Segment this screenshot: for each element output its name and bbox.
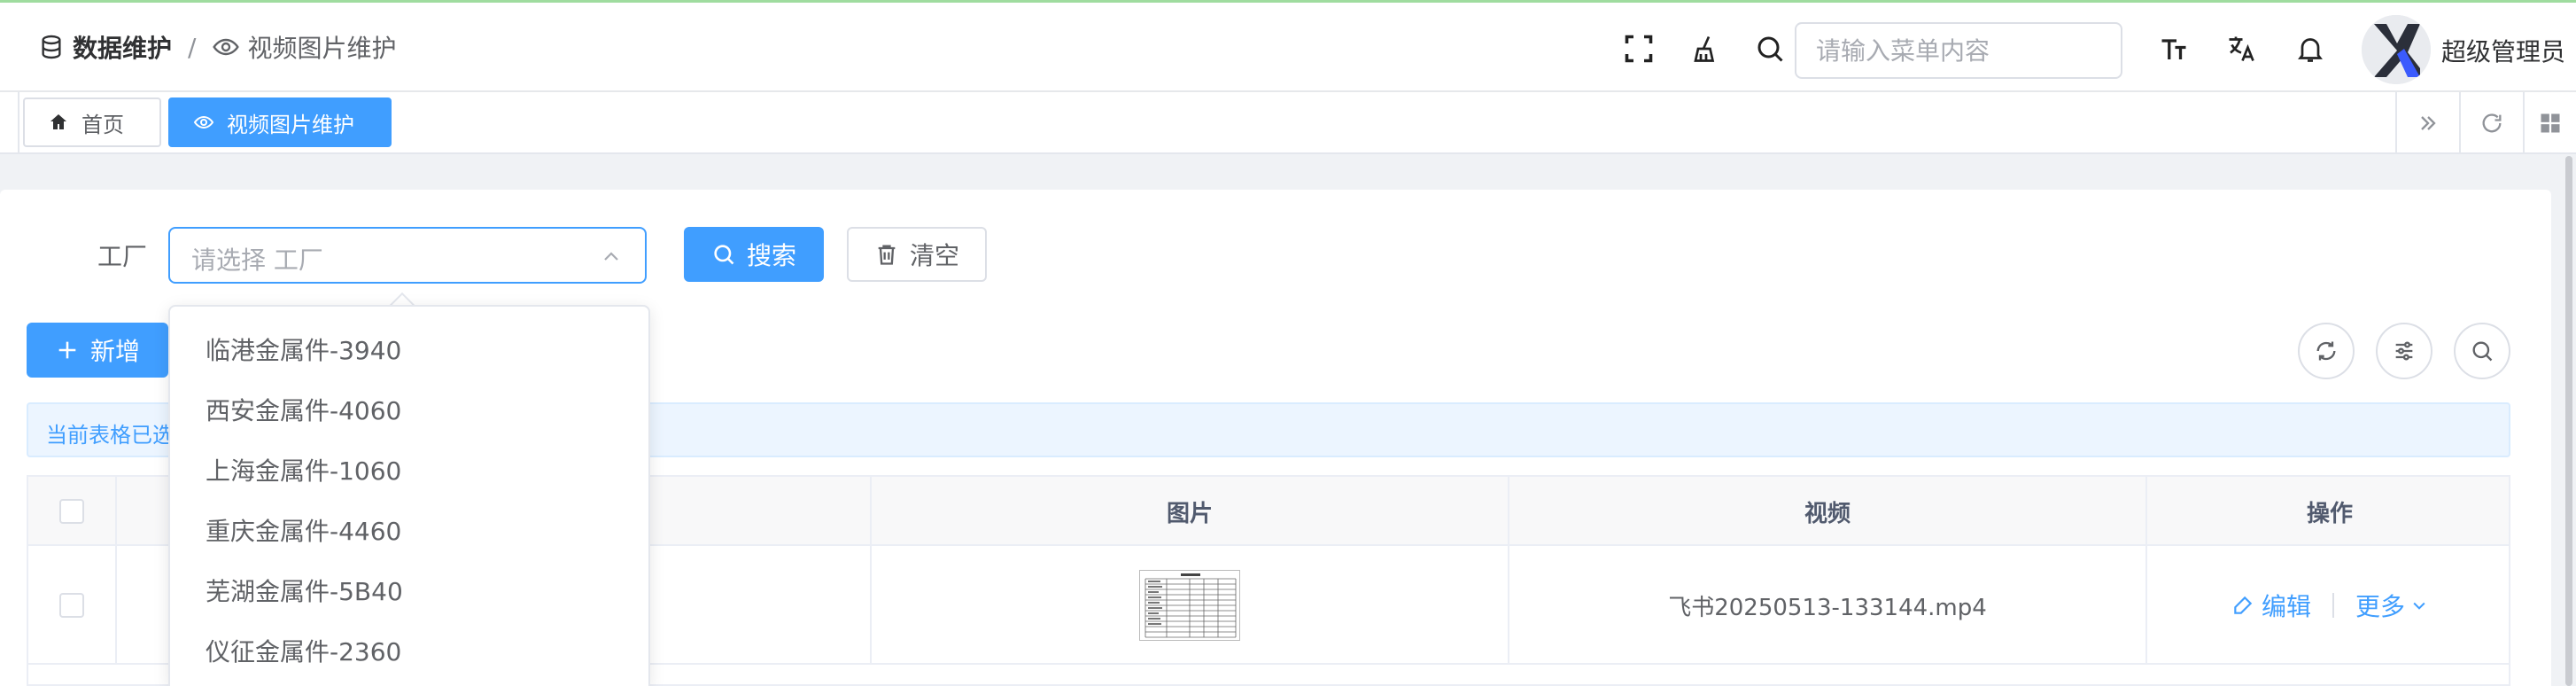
document-thumbnail-icon <box>1140 571 1239 640</box>
edit-pen-icon <box>2234 596 2253 614</box>
image-thumbnail[interactable] <box>1139 570 1240 641</box>
double-chevron-right-icon <box>2421 116 2436 130</box>
breadcrumb-separator: / <box>188 32 197 62</box>
refresh-icon <box>2316 341 2336 361</box>
search-button[interactable]: 搜索 <box>684 227 824 282</box>
tags-bar: 首页 视频图片维护 <box>0 92 2576 154</box>
add-button[interactable]: 新增 <box>27 323 168 378</box>
tag-home[interactable]: 首页 <box>23 97 161 147</box>
factory-option[interactable]: 西安金属件-4060 <box>170 379 648 440</box>
search-icon[interactable] <box>1754 33 1786 65</box>
search-button-label: 搜索 <box>746 241 796 270</box>
header-select-all <box>28 477 117 546</box>
plus-icon <box>58 341 76 359</box>
tags-bar-divider <box>18 92 19 154</box>
selection-alert-text: 当前表格已选 <box>46 423 174 448</box>
refresh-icon <box>2482 113 2502 133</box>
grid-icon <box>2541 113 2560 133</box>
clear-button[interactable]: 清空 <box>847 227 987 282</box>
font-size-icon[interactable] <box>2158 33 2190 65</box>
top-header: 数据维护 / 视频图片维护 超级管理员 <box>0 0 2576 92</box>
more-link-label: 更多 <box>2355 592 2406 621</box>
sliders-icon <box>2395 341 2413 361</box>
tags-refresh-button[interactable] <box>2459 92 2523 154</box>
tags-more-button[interactable] <box>2395 92 2459 154</box>
home-icon <box>50 114 66 129</box>
broom-icon[interactable] <box>1690 33 1722 65</box>
bell-icon[interactable] <box>2294 33 2326 65</box>
search-icon <box>714 245 734 265</box>
row-checkbox[interactable] <box>59 593 84 618</box>
row-image-cell <box>872 546 1509 665</box>
factory-option[interactable]: 仪征金属件-2360 <box>170 620 648 681</box>
username[interactable]: 超级管理员 <box>2441 33 2565 68</box>
menu-search-field[interactable] <box>1795 22 2122 79</box>
eye-icon <box>213 38 240 56</box>
avatar-logo-icon <box>2362 15 2431 84</box>
menu-search-input[interactable] <box>1796 24 2121 77</box>
factory-option[interactable]: 芜湖金属件-5B40 <box>170 560 648 620</box>
tag-video-image-label: 视频图片维护 <box>227 112 354 137</box>
factory-option[interactable]: 重庆金属件-4460 <box>170 500 648 560</box>
row-select-cell <box>28 546 117 665</box>
select-all-checkbox[interactable] <box>59 499 84 524</box>
more-dropdown-link[interactable]: 更多 <box>2355 588 2428 623</box>
database-icon <box>42 35 61 59</box>
chevron-down-icon <box>2413 602 2425 610</box>
edit-link[interactable]: 编辑 <box>2231 588 2311 623</box>
tag-home-label: 首页 <box>81 112 124 137</box>
row-actions-cell: 编辑 更多 <box>2147 546 2512 665</box>
factory-option[interactable]: 上海金属件-1060 <box>170 440 648 500</box>
column-header-image: 图片 <box>872 477 1509 546</box>
breadcrumb-item-video-image: 视频图片维护 <box>247 34 397 63</box>
edit-link-label: 编辑 <box>2261 592 2311 621</box>
factory-option[interactable]: 临港金属件-3940 <box>170 319 648 379</box>
trash-icon <box>878 245 896 265</box>
search-icon <box>2472 341 2493 362</box>
clear-button-label: 清空 <box>909 241 959 270</box>
translate-icon[interactable] <box>2225 33 2257 65</box>
factory-select-placeholder: 请选择 工厂 <box>191 246 323 275</box>
actions-divider <box>2332 593 2334 618</box>
tag-video-image[interactable]: 视频图片维护 <box>168 97 392 147</box>
column-settings-button[interactable] <box>2376 323 2432 379</box>
column-header-video: 视频 <box>1509 477 2147 546</box>
fullscreen-icon[interactable] <box>1623 33 1655 65</box>
page-scrollbar[interactable] <box>2565 156 2572 686</box>
eye-icon <box>193 115 214 129</box>
toggle-search-button[interactable] <box>2454 323 2510 379</box>
tags-grid-button[interactable] <box>2523 92 2576 154</box>
avatar[interactable] <box>2362 15 2431 84</box>
breadcrumb: 数据维护 / 视频图片维护 <box>37 29 396 65</box>
chevron-up-icon <box>604 252 618 261</box>
refresh-table-button[interactable] <box>2298 323 2355 379</box>
factory-label: 工厂 <box>97 242 148 271</box>
row-video-filename: 飞书20250513-133144.mp4 <box>1509 546 2147 665</box>
column-header-actions: 操作 <box>2306 500 2353 527</box>
add-button-label: 新增 <box>89 337 140 366</box>
factory-dropdown: 临港金属件-3940 西安金属件-4060 上海金属件-1060 重庆金属件-4… <box>168 305 650 686</box>
factory-select[interactable]: 请选择 工厂 <box>168 227 647 284</box>
breadcrumb-item-data-maintenance[interactable]: 数据维护 <box>73 29 172 65</box>
